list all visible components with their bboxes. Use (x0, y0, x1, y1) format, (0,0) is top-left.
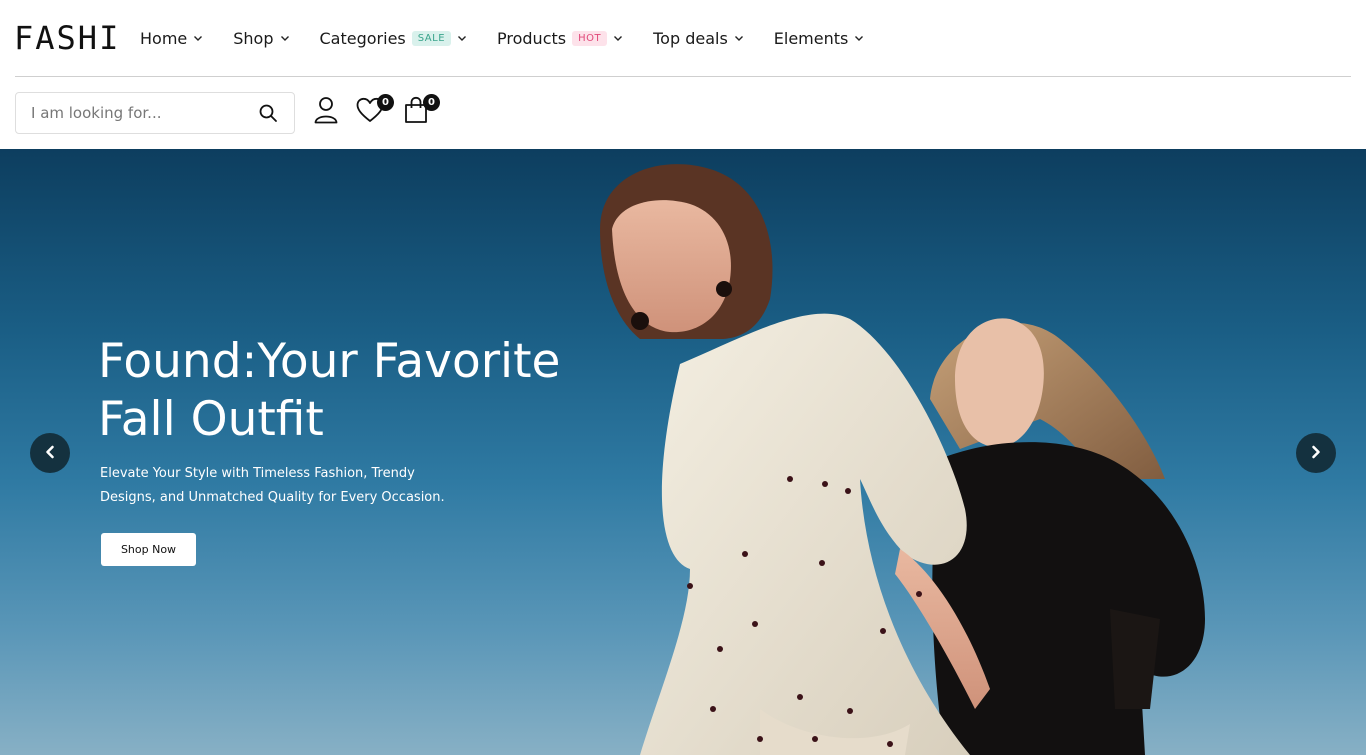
hero-slider: Found:Your Favorite Fall Outfit Elevate … (0, 149, 1366, 755)
nav-item-home[interactable]: Home (140, 29, 203, 48)
main-nav: Home Shop Categories SALE Products HOT T… (140, 24, 894, 52)
sale-badge: SALE (411, 30, 452, 46)
hero-subtitle: Elevate Your Style with Timeless Fashion… (100, 466, 445, 505)
nav-item-shop[interactable]: Shop (233, 29, 289, 48)
site-header: FASHI Home Shop Categories SALE Products… (0, 0, 1366, 149)
cart-button[interactable]: 0 (402, 94, 440, 126)
chevron-left-icon (43, 444, 57, 463)
slider-next-button[interactable] (1296, 433, 1336, 473)
search-input[interactable] (16, 93, 258, 133)
nav-item-label: Shop (233, 28, 274, 48)
chevron-down-icon (734, 33, 744, 43)
nav-item-label: Top deals (653, 28, 728, 48)
nav-item-top-deals[interactable]: Top deals (653, 29, 744, 48)
search-box (15, 92, 295, 134)
user-icon (313, 96, 339, 128)
header-divider (15, 76, 1351, 77)
chevron-down-icon (854, 33, 864, 43)
chevron-down-icon (280, 33, 290, 43)
nav-item-categories[interactable]: Categories SALE (320, 29, 468, 48)
nav-item-label: Home (140, 28, 188, 48)
brand-logo[interactable]: FASHI (14, 18, 120, 58)
chevron-right-icon (1309, 444, 1323, 463)
search-icon[interactable] (258, 103, 278, 123)
wishlist-button[interactable]: 0 (356, 94, 394, 126)
hero-title: Found:Your Favorite Fall Outfit (98, 334, 561, 447)
chevron-down-icon (193, 33, 203, 43)
nav-item-products[interactable]: Products HOT (497, 29, 623, 48)
hot-badge: HOT (572, 30, 608, 46)
shop-now-button[interactable]: Shop Now (101, 533, 196, 566)
nav-item-label: Products (497, 28, 567, 48)
chevron-down-icon (457, 33, 467, 43)
chevron-down-icon (613, 33, 623, 43)
wishlist-count-badge: 0 (377, 94, 394, 111)
nav-item-elements[interactable]: Elements (774, 29, 865, 48)
nav-item-label: Categories (319, 28, 406, 48)
account-button[interactable] (312, 96, 340, 128)
nav-item-label: Elements (773, 28, 849, 48)
slider-prev-button[interactable] (30, 433, 70, 473)
hero-image (600, 164, 1205, 755)
cart-count-badge: 0 (423, 94, 440, 111)
